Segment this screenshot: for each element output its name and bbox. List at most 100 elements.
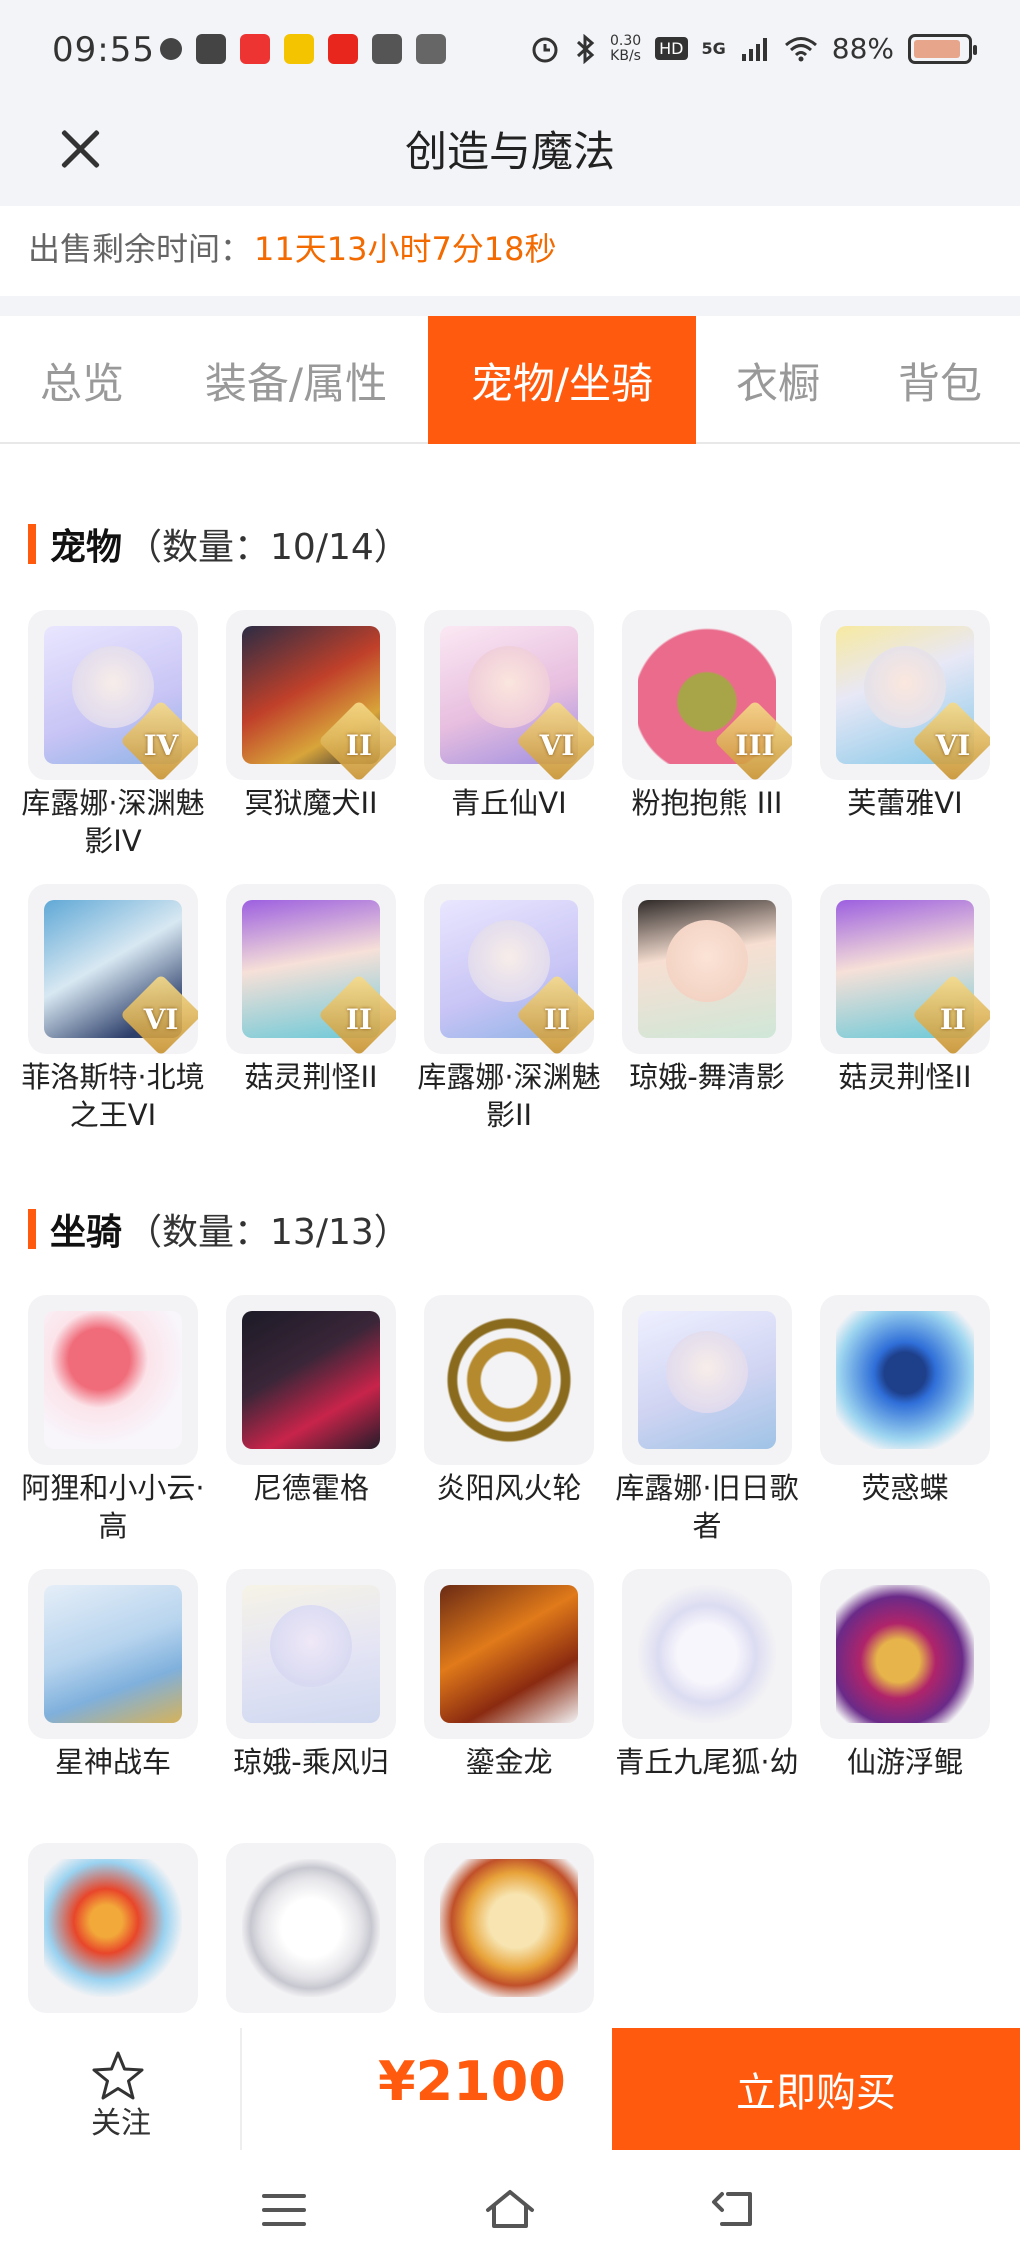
tab-backpack[interactable]: 背包: [860, 316, 1020, 444]
net-speed: 0.30 KB/s: [609, 32, 642, 64]
home-icon[interactable]: [480, 2180, 540, 2240]
mount-item[interactable]: 青丘九尾狐·幼: [615, 1569, 799, 1781]
pet-item[interactable]: II 菇灵荆怪II: [820, 884, 990, 1096]
sale-timer: 出售剩余时间： 11天13小时7分18秒: [0, 206, 1020, 296]
pet-item[interactable]: 琼娥-舞清影: [622, 884, 792, 1096]
mount-item[interactable]: 荧惑蝶: [820, 1295, 990, 1507]
mount-item[interactable]: 鎏金龙: [424, 1569, 594, 1781]
tier-badge-text: II: [543, 1003, 571, 1036]
pet-name: 粉抱抱熊 III: [631, 786, 783, 820]
pet-item[interactable]: VI 青丘仙VI: [424, 610, 594, 822]
pet-item[interactable]: II 冥狱魔犬II: [226, 610, 396, 822]
battery-fill: [914, 39, 960, 58]
system-nav-bar: [0, 2150, 1020, 2267]
mounts-section-title: 坐骑 （数量：13/13）: [28, 1203, 410, 1255]
mount-image: [440, 1859, 578, 1997]
follow-label: 关注: [91, 2106, 151, 2141]
status-right: 0.30 KB/s HD 5G 88%: [530, 32, 977, 65]
mount-thumbnail: [28, 1569, 198, 1739]
mount-item[interactable]: 仙游浮鲲: [820, 1569, 990, 1781]
signal-icon: [741, 37, 767, 61]
pet-name: 芙蕾雅VI: [847, 786, 963, 820]
pet-item[interactable]: II 菇灵荆怪II: [226, 884, 396, 1096]
tab-bar: 总览 装备/属性 宠物/坐骑 衣橱 背包: [0, 316, 1020, 444]
pet-face: [468, 920, 550, 1002]
tab-overview[interactable]: 总览: [0, 316, 164, 444]
back-icon[interactable]: [706, 2180, 766, 2240]
mount-image: [44, 1859, 182, 1997]
pet-name: 库露娜·深渊魅影IV: [21, 786, 205, 858]
mount-item[interactable]: [28, 1843, 198, 2013]
mount-thumbnail: [226, 1295, 396, 1465]
mount-image: [242, 1859, 380, 1997]
pet-name: 青丘仙VI: [451, 786, 567, 820]
mount-name: 阿狸和小小云·高: [21, 1471, 205, 1543]
pet-item[interactable]: II 库露娜·深渊魅影II: [417, 884, 601, 1134]
pet-name: 冥狱魔犬II: [244, 786, 378, 820]
mount-item[interactable]: 尼德霍格: [226, 1295, 396, 1507]
app-icon-yellow: [284, 34, 314, 64]
bottom-action-bar: 关注 ¥2100 立即购买: [0, 2028, 1020, 2150]
mount-item[interactable]: 阿狸和小小云·高: [21, 1295, 205, 1545]
pet-face: [468, 646, 550, 728]
mount-thumbnail: [424, 1569, 594, 1739]
timer-label: 出售剩余时间：: [28, 230, 253, 268]
mount-face: [666, 1331, 748, 1413]
mount-image: [638, 1585, 776, 1723]
music-icon: [160, 38, 182, 60]
mount-item[interactable]: 库露娜·旧日歌者: [615, 1295, 799, 1545]
mount-thumbnail: [28, 1295, 198, 1465]
mount-item[interactable]: [226, 1843, 396, 2013]
pet-item[interactable]: VI 芙蕾雅VI: [820, 610, 990, 822]
mount-name: 炎阳风火轮: [436, 1471, 582, 1505]
signal-label: 5G: [701, 39, 726, 58]
doc-icon: [416, 34, 446, 64]
header: 创造与魔法: [0, 108, 1020, 206]
menu-icon[interactable]: [254, 2180, 314, 2240]
section-accent-bar: [28, 1209, 36, 1249]
status-bar: 09:55 0.30 KB/s HD 5G 88%: [0, 0, 1020, 108]
pet-thumbnail: III: [622, 610, 792, 780]
pet-thumbnail: IV: [28, 610, 198, 780]
tab-equipment[interactable]: 装备/属性: [164, 316, 428, 444]
mount-image: [242, 1311, 380, 1449]
net-speed-value: 0.30: [609, 32, 642, 49]
net-speed-unit: KB/s: [610, 47, 641, 64]
mount-item[interactable]: [424, 1843, 594, 2013]
mount-thumbnail: [820, 1295, 990, 1465]
battery-percent: 88%: [831, 32, 894, 65]
pet-item[interactable]: IV 库露娜·深渊魅影IV: [21, 610, 205, 860]
app-icon-shop: [328, 34, 358, 64]
pet-item[interactable]: III 粉抱抱熊 III: [622, 610, 792, 822]
bluetooth-icon: [576, 33, 595, 64]
tier-badge-text: II: [939, 1003, 967, 1036]
mount-thumbnail: [28, 1843, 198, 2013]
pet-name: 琼娥-舞清影: [629, 1060, 785, 1094]
pet-item[interactable]: VI 菲洛斯特·北境之王VI: [21, 884, 205, 1134]
mount-thumbnail: [622, 1569, 792, 1739]
pet-thumbnail: II: [226, 610, 396, 780]
pets-count: （数量：10/14）: [126, 527, 410, 568]
mount-name: 琼娥-乘风归: [233, 1745, 389, 1779]
pet-thumbnail: II: [226, 884, 396, 1054]
mount-item[interactable]: 星神战车: [28, 1569, 198, 1781]
mount-item[interactable]: 炎阳风火轮: [424, 1295, 594, 1507]
mount-name: 青丘九尾狐·幼: [615, 1745, 799, 1779]
tab-wardrobe[interactable]: 衣橱: [696, 316, 860, 444]
mount-name: 尼德霍格: [252, 1471, 369, 1505]
buy-now-button[interactable]: 立即购买: [612, 2028, 1020, 2150]
mount-name: 库露娜·旧日歌者: [615, 1471, 799, 1543]
mount-item[interactable]: 琼娥-乘风归: [226, 1569, 396, 1781]
mount-image: [440, 1585, 578, 1723]
follow-button[interactable]: 关注: [0, 2028, 242, 2150]
tier-badge-text: II: [345, 1003, 373, 1036]
pets-section-title: 宠物 （数量：10/14）: [28, 518, 410, 570]
tab-pets-mounts[interactable]: 宠物/坐骑: [428, 316, 696, 444]
pet-face: [666, 920, 748, 1002]
mounts-title: 坐骑: [50, 1212, 123, 1253]
pet-thumbnail: VI: [424, 610, 594, 780]
tier-badge-text: VI: [143, 1003, 179, 1036]
pets-title: 宠物: [50, 527, 123, 568]
mount-image: [440, 1311, 578, 1449]
wifi-icon: [784, 36, 817, 61]
